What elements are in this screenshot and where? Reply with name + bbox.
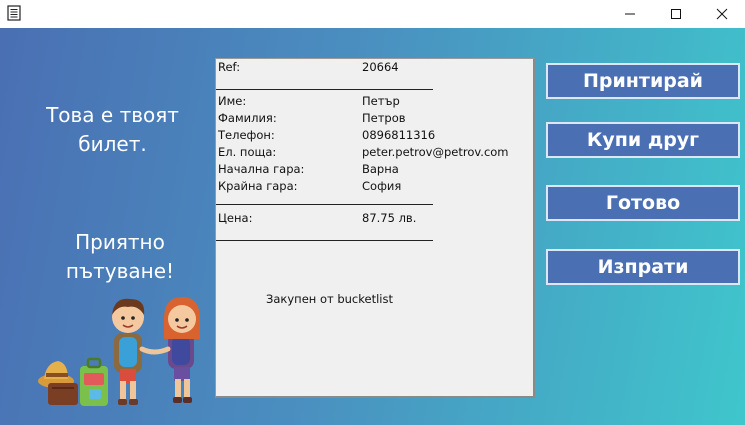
field-label: Ел. поща: (218, 145, 277, 159)
print-button[interactable]: Принтирай (546, 63, 740, 99)
client-area: Това е твоят билет. Приятно пътуване! Re… (0, 28, 745, 425)
buy-another-button[interactable]: Купи друг (546, 122, 740, 158)
send-button[interactable]: Изпрати (546, 249, 740, 285)
close-button[interactable] (699, 0, 745, 28)
ticket-panel: Ref: 20664 Име: Петър Фамилия: Петров Те… (215, 58, 535, 398)
field-value: Петър (362, 94, 400, 108)
minimize-button[interactable] (607, 0, 653, 28)
close-icon (716, 8, 728, 20)
field-label: Телефон: (218, 128, 275, 142)
travelers-illustration (38, 297, 200, 406)
app-window: Това е твоят билет. Приятно пътуване! Re… (0, 0, 745, 425)
field-label: Начална гара: (218, 162, 305, 176)
minimize-icon (625, 13, 635, 15)
field-label: Фамилия: (218, 111, 277, 125)
field-value: Варна (362, 162, 399, 176)
divider (216, 89, 433, 90)
field-value: София (362, 179, 402, 193)
done-button[interactable]: Готово (546, 185, 740, 221)
divider (216, 240, 433, 241)
ref-value: 20664 (362, 60, 399, 74)
field-label: Име: (218, 94, 247, 108)
field-label: Крайна гара: (218, 179, 298, 193)
maximize-icon (671, 9, 681, 19)
field-value: 0896811316 (362, 128, 436, 142)
ref-label: Ref: (218, 60, 241, 74)
price-label: Цена: (218, 211, 253, 225)
field-value: Петров (362, 111, 406, 125)
ticket-message: Това е твоят билет. (46, 103, 179, 156)
farewell-message: Приятно пътуване! (65, 230, 175, 283)
price-value: 87.75 лв. (362, 211, 417, 225)
maximize-button[interactable] (653, 0, 699, 28)
app-icon (7, 5, 21, 21)
title-bar (0, 0, 745, 28)
divider (216, 204, 433, 205)
field-value: peter.petrov@petrov.com (362, 145, 509, 159)
bought-by-text: Закупен от bucketlist (266, 292, 393, 306)
